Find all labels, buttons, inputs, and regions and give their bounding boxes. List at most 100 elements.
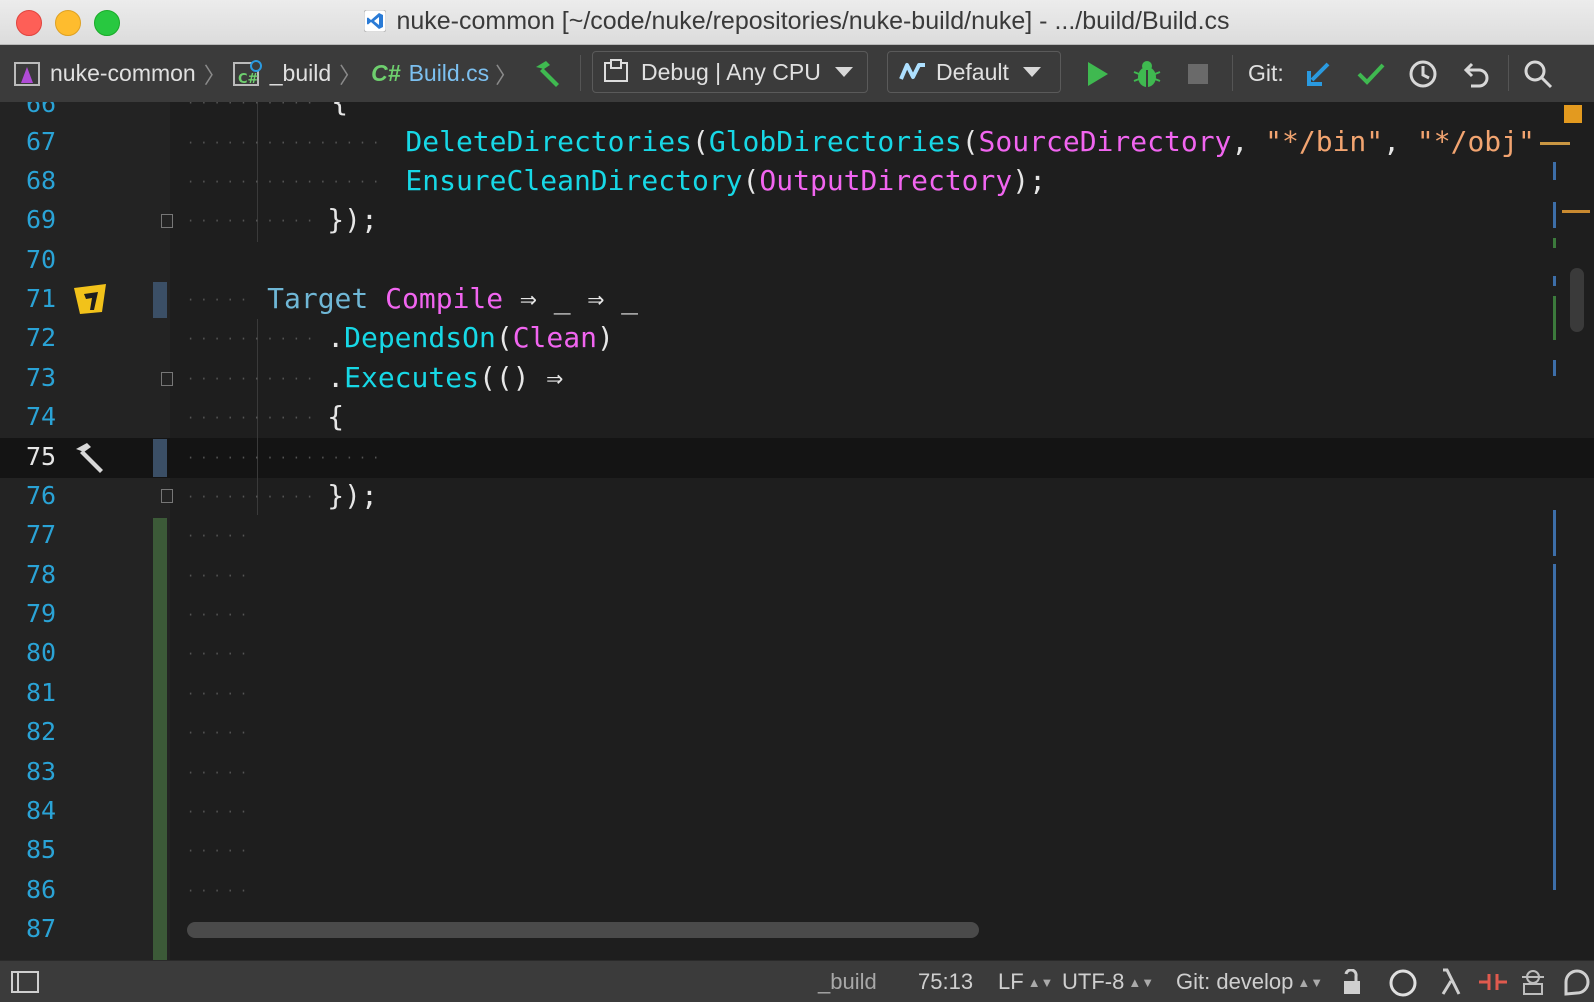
stripe-marker[interactable] bbox=[1562, 210, 1590, 213]
run-configuration-value: Default bbox=[936, 58, 1009, 85]
run-configuration-dropdown[interactable]: Default bbox=[887, 51, 1061, 93]
status-git-branch[interactable]: Git: develop ▲▼ bbox=[1176, 969, 1323, 995]
stripe-marker bbox=[1553, 564, 1556, 890]
breadcrumb-solution[interactable]: nuke-common bbox=[50, 60, 196, 87]
git-commit-button[interactable] bbox=[1356, 45, 1386, 102]
status-project[interactable]: _build bbox=[818, 969, 877, 995]
fold-marker-icon[interactable] bbox=[161, 489, 173, 503]
stop-icon bbox=[1188, 63, 1208, 84]
git-label: Git: bbox=[1248, 60, 1284, 86]
line-number: 66 bbox=[26, 102, 57, 118]
code-line-current: ··············· bbox=[187, 451, 386, 465]
code-line: ··········{ bbox=[187, 102, 348, 118]
encoding-value: UTF-8 bbox=[1062, 969, 1125, 994]
main-toolbar: nuke-common 〉 C# _build 〉 C# Build.cs 〉 bbox=[0, 45, 1594, 103]
code-line: ····· bbox=[187, 529, 254, 543]
notifications-icon[interactable] bbox=[1562, 968, 1592, 998]
line-number: 76 bbox=[26, 481, 57, 510]
window-title-container: nuke-common [~/code/nuke/repositories/nu… bbox=[0, 7, 1594, 36]
code-line: ··············· EnsureCleanDirectory(Outp… bbox=[187, 164, 1046, 197]
split-error-icon[interactable] bbox=[1477, 969, 1509, 995]
line-number-current: 75 bbox=[26, 442, 57, 471]
configuration-icon bbox=[604, 59, 628, 82]
status-caret-position[interactable]: 75:13 bbox=[918, 969, 973, 995]
csharp-file-icon: C# bbox=[371, 60, 401, 86]
updown-icon: ▲▼ bbox=[1027, 975, 1054, 990]
play-icon bbox=[1088, 61, 1108, 86]
code-line: ····· bbox=[187, 569, 254, 583]
stripe-marker[interactable] bbox=[1540, 142, 1570, 145]
code-line: ····· bbox=[187, 608, 254, 622]
line-number: 86 bbox=[26, 875, 57, 904]
line-number: 77 bbox=[26, 520, 57, 549]
chevron-down-icon bbox=[1022, 67, 1041, 77]
toggle-tool-windows-icon[interactable] bbox=[10, 970, 40, 994]
debug-button[interactable] bbox=[1132, 45, 1162, 102]
code-line: ····· bbox=[187, 884, 254, 898]
line-number: 67 bbox=[26, 127, 57, 156]
breadcrumb-project[interactable]: _build bbox=[270, 60, 331, 87]
circle-status-icon[interactable] bbox=[1387, 967, 1419, 999]
updown-icon: ▲▼ bbox=[1128, 975, 1155, 990]
git-rollback-button[interactable] bbox=[1459, 45, 1491, 102]
line-number: 72 bbox=[26, 323, 57, 352]
line-ending-value: LF bbox=[998, 969, 1024, 994]
horizontal-scrollbar-thumb[interactable] bbox=[187, 922, 979, 938]
code-line: ····· bbox=[187, 687, 254, 701]
stripe-marker bbox=[1553, 360, 1556, 376]
line-number: 79 bbox=[26, 599, 57, 628]
line-number: 71 bbox=[26, 284, 57, 313]
vertical-scrollbar-thumb[interactable] bbox=[1570, 268, 1584, 332]
search-button[interactable] bbox=[1522, 45, 1554, 102]
unlock-icon[interactable] bbox=[1340, 969, 1366, 997]
line-number: 82 bbox=[26, 717, 57, 746]
stripe-marker bbox=[1553, 238, 1556, 248]
code-line: ····· bbox=[187, 844, 254, 858]
stripe-marker bbox=[1553, 276, 1556, 286]
updown-icon: ▲▼ bbox=[1297, 975, 1324, 990]
dotnet-icon bbox=[899, 63, 925, 80]
line-number: 83 bbox=[26, 757, 57, 786]
code-line: ··············· DeleteDirectories(GlobDir… bbox=[187, 125, 1535, 158]
stop-button[interactable] bbox=[1186, 45, 1210, 102]
breadcrumb-file[interactable]: Build.cs bbox=[409, 60, 490, 87]
toolbar-divider bbox=[1232, 55, 1233, 91]
breadcrumb-separator-icon: 〉 bbox=[495, 62, 518, 88]
code-line: ····· Target Compile ⇒ _ ⇒ _ bbox=[187, 282, 639, 315]
lambda-icon[interactable] bbox=[1437, 967, 1465, 997]
fold-marker-icon[interactable] bbox=[161, 372, 173, 386]
line-number: 74 bbox=[26, 402, 57, 431]
ide-window: nuke-common [~/code/nuke/repositories/nu… bbox=[0, 0, 1594, 1002]
fold-marker-icon[interactable] bbox=[161, 214, 173, 228]
rider-app-icon bbox=[364, 10, 387, 32]
status-encoding[interactable]: UTF-8 ▲▼ bbox=[1062, 969, 1154, 995]
code-line: ·········· .DependsOn(Clean) bbox=[187, 321, 614, 354]
build-button[interactable] bbox=[530, 45, 564, 102]
warning-status-icon[interactable] bbox=[1564, 105, 1582, 123]
checkmark-icon bbox=[1357, 63, 1385, 85]
git-update-button[interactable] bbox=[1304, 45, 1334, 102]
svg-text:C#: C# bbox=[238, 72, 259, 87]
modified-line-marker bbox=[153, 282, 167, 318]
chevron-down-icon bbox=[834, 67, 853, 77]
code-line: ····· bbox=[187, 647, 254, 661]
status-line-ending[interactable]: LF ▲▼ bbox=[998, 969, 1053, 995]
line-number: 68 bbox=[26, 166, 57, 195]
code-line: ····· bbox=[187, 726, 254, 740]
hammer-icon bbox=[536, 60, 559, 87]
run-button[interactable] bbox=[1084, 45, 1110, 102]
configuration-dropdown[interactable]: Debug | Any CPU bbox=[592, 51, 868, 93]
breadcrumb-separator-icon: 〉 bbox=[203, 62, 226, 88]
inspector-icon[interactable] bbox=[1518, 967, 1548, 997]
code-line: ····· bbox=[187, 805, 254, 819]
git-history-button[interactable] bbox=[1407, 45, 1439, 102]
window-title: nuke-common [~/code/nuke/repositories/nu… bbox=[396, 7, 1230, 35]
code-line: ··········}); bbox=[187, 203, 378, 236]
modified-line-marker bbox=[153, 439, 167, 477]
added-lines-marker bbox=[153, 518, 167, 960]
code-editor[interactable]: 66 67 68 69 70 71 72 73 74 75 76 77 78 7… bbox=[0, 102, 1594, 960]
code-line: ··········{ bbox=[187, 400, 345, 433]
configuration-value: Debug | Any CPU bbox=[641, 58, 821, 85]
status-bar: _build 75:13 LF ▲▼ UTF-8 ▲▼ Git: develop ▲▼ bbox=[0, 960, 1594, 1002]
breadcrumb: nuke-common 〉 C# _build 〉 C# Build.cs 〉 bbox=[12, 45, 517, 102]
